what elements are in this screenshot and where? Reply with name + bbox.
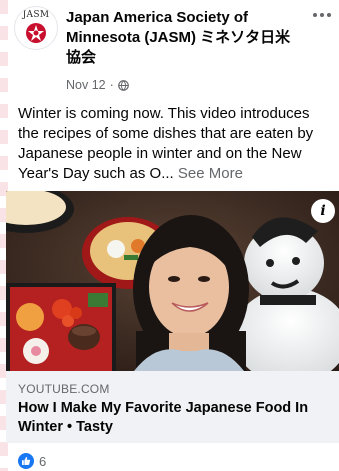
post-body-text: Winter is coming now. This video introdu… (18, 105, 314, 182)
avatar[interactable]: JASM (14, 6, 58, 50)
info-button[interactable]: i (311, 199, 335, 223)
jasm-logo-icon (26, 23, 46, 43)
see-more-link[interactable]: See More (178, 165, 243, 182)
more-dot (327, 13, 331, 17)
info-icon: i (320, 203, 326, 219)
globe-icon (117, 79, 129, 91)
meta-separator: · (109, 78, 114, 92)
link-title: How I Make My Favorite Japanese Food In … (18, 400, 309, 435)
post-text: Winter is coming now. This video introdu… (18, 104, 324, 184)
more-horizontal-icon (313, 13, 317, 17)
thumbnail-image (6, 191, 339, 371)
reaction-count: 6 (39, 453, 47, 469)
facebook-post: JASM Japan America Society of Minnesota … (0, 0, 339, 471)
video-thumbnail[interactable]: i (6, 191, 339, 371)
link-preview-card[interactable]: YOUTUBE.COM How I Make My Favorite Japan… (6, 371, 339, 443)
avatar-logo-text: JASM (22, 10, 50, 20)
post-date[interactable]: Nov 12 (66, 78, 106, 92)
more-dot (320, 13, 324, 17)
thumbs-up-icon (18, 453, 34, 469)
post-meta: Nov 12 · (66, 77, 129, 93)
post-header: JASM Japan America Society of Minnesota … (0, 0, 339, 96)
more-options-button[interactable] (311, 8, 333, 22)
reactions-summary[interactable]: 6 (18, 453, 46, 469)
link-source-domain: YOUTUBE.COM (18, 382, 110, 396)
page-name-link[interactable]: Japan America Society of Minnesota (JASM… (66, 8, 302, 68)
